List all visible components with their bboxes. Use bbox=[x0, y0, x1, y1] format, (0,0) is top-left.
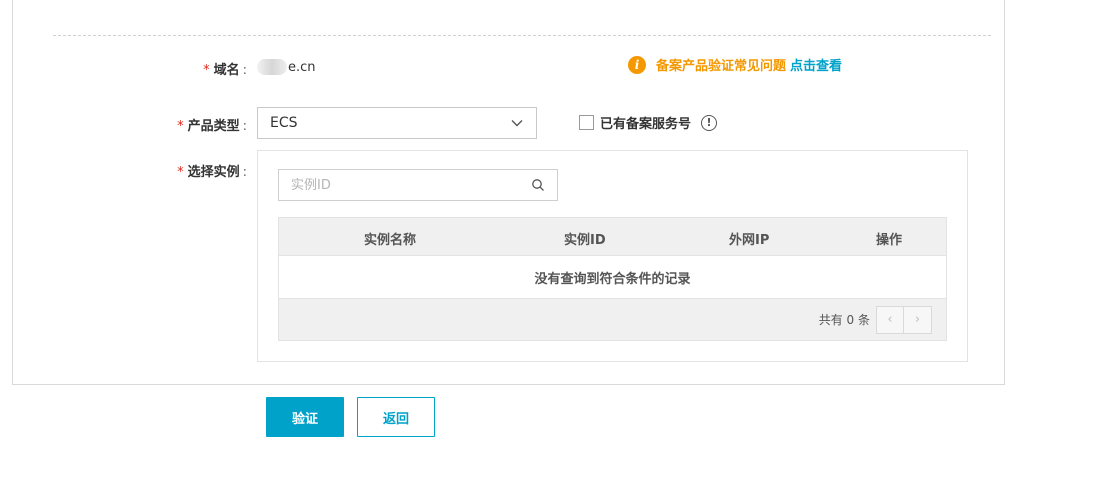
instance-label: * 选择实例: bbox=[127, 161, 247, 180]
column-header-instance-id: 实例ID bbox=[564, 233, 606, 248]
instance-search-input[interactable] bbox=[291, 177, 511, 193]
column-header-actions: 操作 bbox=[876, 233, 903, 248]
label-colon: : bbox=[242, 119, 247, 134]
table-footer: 共有 0 条 ‹ › bbox=[279, 299, 946, 340]
product-type-select[interactable]: ECS bbox=[257, 107, 537, 139]
search-icon[interactable] bbox=[531, 178, 545, 192]
back-button[interactable]: 返回 bbox=[357, 397, 435, 437]
pagination: ‹ › bbox=[876, 305, 932, 334]
required-mark: * bbox=[203, 63, 210, 78]
instance-selector: 实例名称 实例ID 外网IP 操作 没有查询到符合条件的记录 共有 0 条 ‹ … bbox=[257, 150, 968, 362]
product-type-value: ECS bbox=[270, 115, 298, 131]
faq-view-link[interactable]: 点击查看 bbox=[790, 55, 842, 74]
required-mark: * bbox=[177, 119, 184, 134]
info-icon[interactable]: ! bbox=[701, 114, 718, 131]
faq-text: 备案产品验证常见问题 bbox=[656, 59, 787, 74]
table-empty-row: 没有查询到符合条件的记录 bbox=[279, 256, 946, 299]
label-colon: : bbox=[242, 63, 247, 78]
column-header-public-ip: 外网IP bbox=[729, 233, 770, 248]
product-type-label: * 产品类型: bbox=[127, 115, 247, 134]
domain-label: * 域名: bbox=[127, 59, 247, 78]
prev-page-button[interactable]: ‹ bbox=[876, 305, 904, 334]
chevron-down-icon bbox=[511, 120, 523, 127]
column-header-instance-name: 实例名称 bbox=[364, 233, 417, 248]
domain-text: e.cn bbox=[288, 59, 316, 75]
redacted-mask bbox=[257, 59, 287, 75]
next-page-button[interactable]: › bbox=[904, 305, 932, 334]
table-header: 实例名称 实例ID 外网IP 操作 bbox=[279, 218, 946, 256]
label-colon: : bbox=[242, 165, 247, 180]
instance-table: 实例名称 实例ID 外网IP 操作 没有查询到符合条件的记录 共有 0 条 ‹ … bbox=[278, 217, 947, 341]
instance-label-text: 选择实例 bbox=[187, 165, 240, 180]
existing-service-option: 已有备案服务号 ! bbox=[579, 113, 718, 132]
product-type-label-text: 产品类型 bbox=[187, 119, 240, 134]
warning-icon: i bbox=[628, 55, 646, 74]
instance-search bbox=[278, 169, 558, 201]
domain-value: e.cn bbox=[257, 59, 316, 75]
total-count: 共有 0 条 bbox=[818, 313, 870, 327]
existing-service-checkbox[interactable] bbox=[579, 115, 594, 130]
divider bbox=[53, 35, 991, 36]
verify-button[interactable]: 验证 bbox=[266, 397, 344, 437]
faq-notice: i 备案产品验证常见问题 点击查看 bbox=[628, 55, 842, 74]
empty-message: 没有查询到符合条件的记录 bbox=[534, 271, 691, 287]
required-mark: * bbox=[177, 165, 184, 180]
domain-label-text: 域名 bbox=[213, 63, 240, 78]
existing-service-label: 已有备案服务号 bbox=[600, 117, 692, 132]
